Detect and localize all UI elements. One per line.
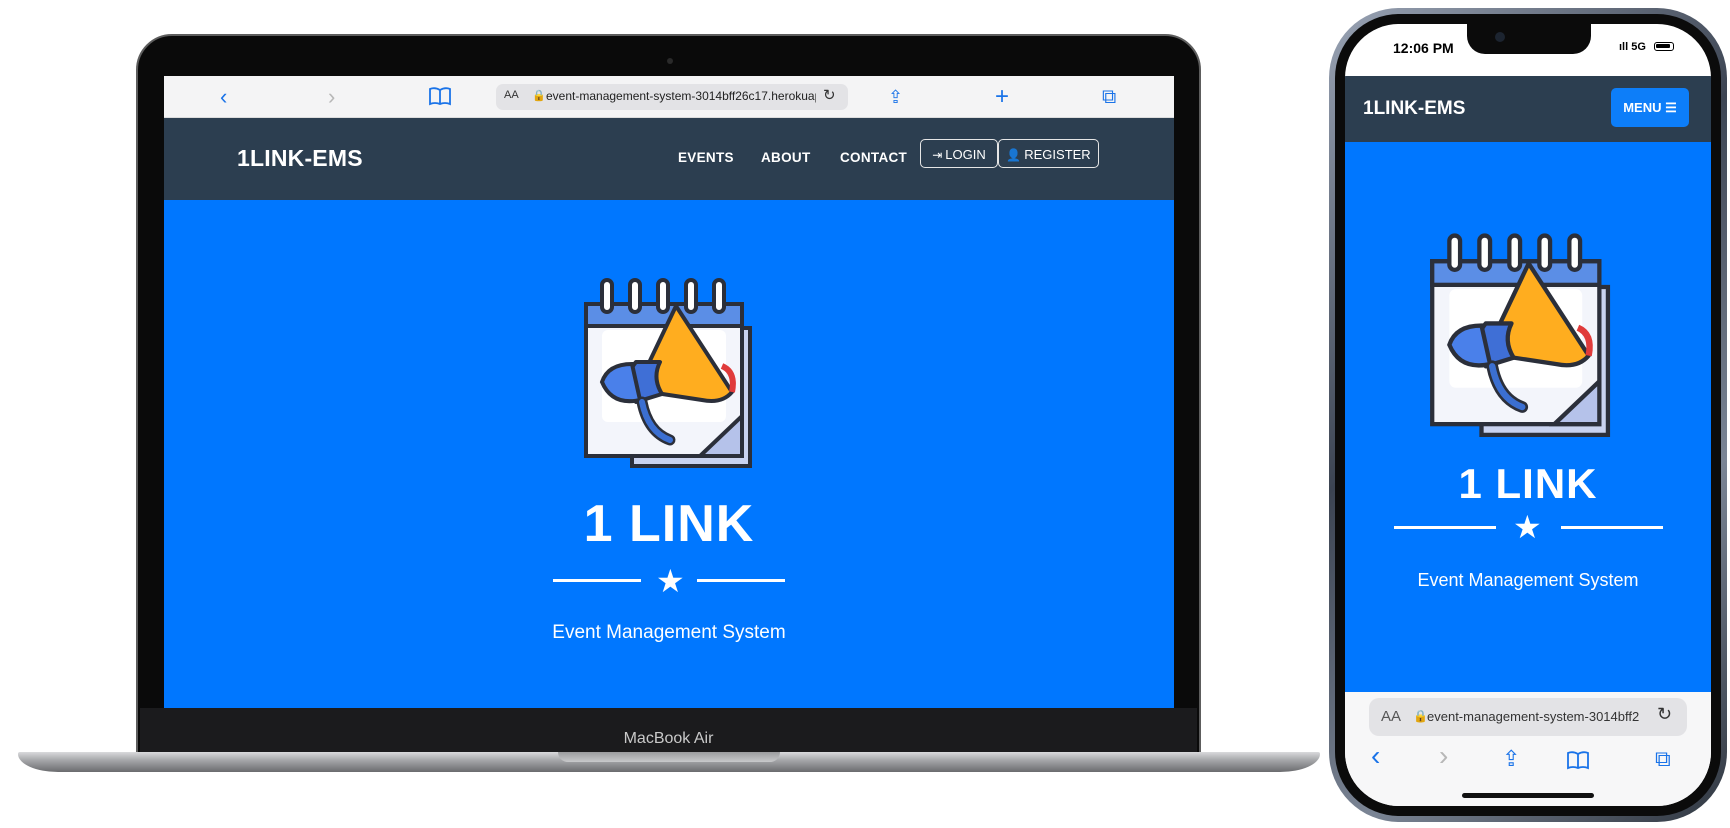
register-button[interactable]: 👤 REGISTER xyxy=(998,139,1099,168)
phone-site-navbar: 1LINK-EMS MENU ☰ xyxy=(1345,76,1711,142)
phone-divider-left xyxy=(1394,526,1496,529)
book-icon[interactable] xyxy=(428,86,452,111)
reader-icon[interactable]: AA xyxy=(504,89,519,101)
user-icon: 👤 xyxy=(1006,148,1022,162)
login-label: LOGIN xyxy=(945,147,986,162)
register-label: REGISTER xyxy=(1024,147,1091,162)
phone-hero-title: 1 LINK xyxy=(1458,460,1598,507)
site-navbar: 1LINK-EMS EVENTS ABOUT CONTACT ⇥ LOGIN 👤 R… xyxy=(164,118,1174,200)
divider-line-right xyxy=(697,579,785,582)
phone-back-icon[interactable]: ‹ xyxy=(1371,740,1380,772)
forward-icon[interactable]: › xyxy=(328,76,335,118)
phone-reader-icon[interactable]: AA xyxy=(1381,708,1401,725)
battery-icon xyxy=(1654,42,1674,51)
laptop-camera xyxy=(667,58,673,64)
phone-tabs-icon[interactable]: ⧉ xyxy=(1655,746,1671,772)
phone-address-bar[interactable]: AA 🔒 event-management-system-3014bff2 ↻ xyxy=(1369,698,1687,736)
phone-reload-icon[interactable]: ↻ xyxy=(1657,704,1672,725)
reload-icon[interactable]: ↻ xyxy=(823,86,836,104)
site-logo[interactable]: 1LINK-EMS xyxy=(237,145,363,172)
phone-url-text[interactable]: event-management-system-3014bff2 xyxy=(1427,709,1657,724)
browser-toolbar: ‹ › AA 🔒 event-management-system-3014bff… xyxy=(164,76,1174,118)
hero-subtitle: Event Management System xyxy=(552,622,786,643)
tabs-icon[interactable]: ⧉ xyxy=(1102,76,1116,118)
phone-lock-icon: 🔒 xyxy=(1413,709,1428,723)
status-time: 12:06 PM xyxy=(1393,40,1454,56)
phone-divider-right xyxy=(1561,526,1663,529)
signal-icon: ıll 5G xyxy=(1619,41,1646,53)
laptop-base-notch xyxy=(558,752,780,762)
phone-share-icon[interactable]: ⇪ xyxy=(1502,746,1520,772)
phone-book-icon[interactable] xyxy=(1565,750,1591,775)
new-tab-icon[interactable]: + xyxy=(995,76,1009,118)
laptop-screen: ‹ › AA 🔒 event-management-system-3014bff… xyxy=(164,76,1174,708)
nav-events[interactable]: EVENTS xyxy=(678,150,734,165)
phone-notch xyxy=(1467,24,1591,54)
phone-star-icon: ★ xyxy=(1513,509,1542,545)
share-icon[interactable]: ⇪ xyxy=(888,76,903,118)
login-icon: ⇥ xyxy=(932,148,943,162)
lock-icon: 🔒 xyxy=(532,90,546,102)
calendar-megaphone-icon xyxy=(582,272,752,473)
phone-hero-subtitle: Event Management System xyxy=(1417,570,1639,590)
phone-screen: 12:06 PM ıll 5G 1LINK-EMS MENU ☰ 1 LINK … xyxy=(1345,24,1711,806)
calendar-megaphone-icon xyxy=(1425,227,1613,442)
address-bar[interactable]: AA 🔒 event-management-system-3014bff26c1… xyxy=(496,84,848,110)
phone-forward-icon[interactable]: › xyxy=(1439,740,1448,772)
hero-title: 1 LINK xyxy=(583,495,755,553)
menu-button[interactable]: MENU ☰ xyxy=(1611,88,1689,127)
home-indicator[interactable] xyxy=(1462,793,1594,798)
divider-line-left xyxy=(553,579,641,582)
star-icon: ★ xyxy=(656,563,685,599)
phone-hero: 1 LINK ★ Event Management System xyxy=(1345,142,1711,692)
phone-site-logo[interactable]: 1LINK-EMS xyxy=(1363,98,1465,120)
nav-about[interactable]: ABOUT xyxy=(761,150,811,165)
device-label: MacBook Air xyxy=(623,730,714,747)
phone-camera xyxy=(1495,32,1505,42)
nav-contact[interactable]: CONTACT xyxy=(840,150,907,165)
login-button[interactable]: ⇥ LOGIN xyxy=(920,139,998,168)
back-icon[interactable]: ‹ xyxy=(220,76,227,118)
url-text[interactable]: event-management-system-3014bff26c17.her… xyxy=(546,89,816,103)
